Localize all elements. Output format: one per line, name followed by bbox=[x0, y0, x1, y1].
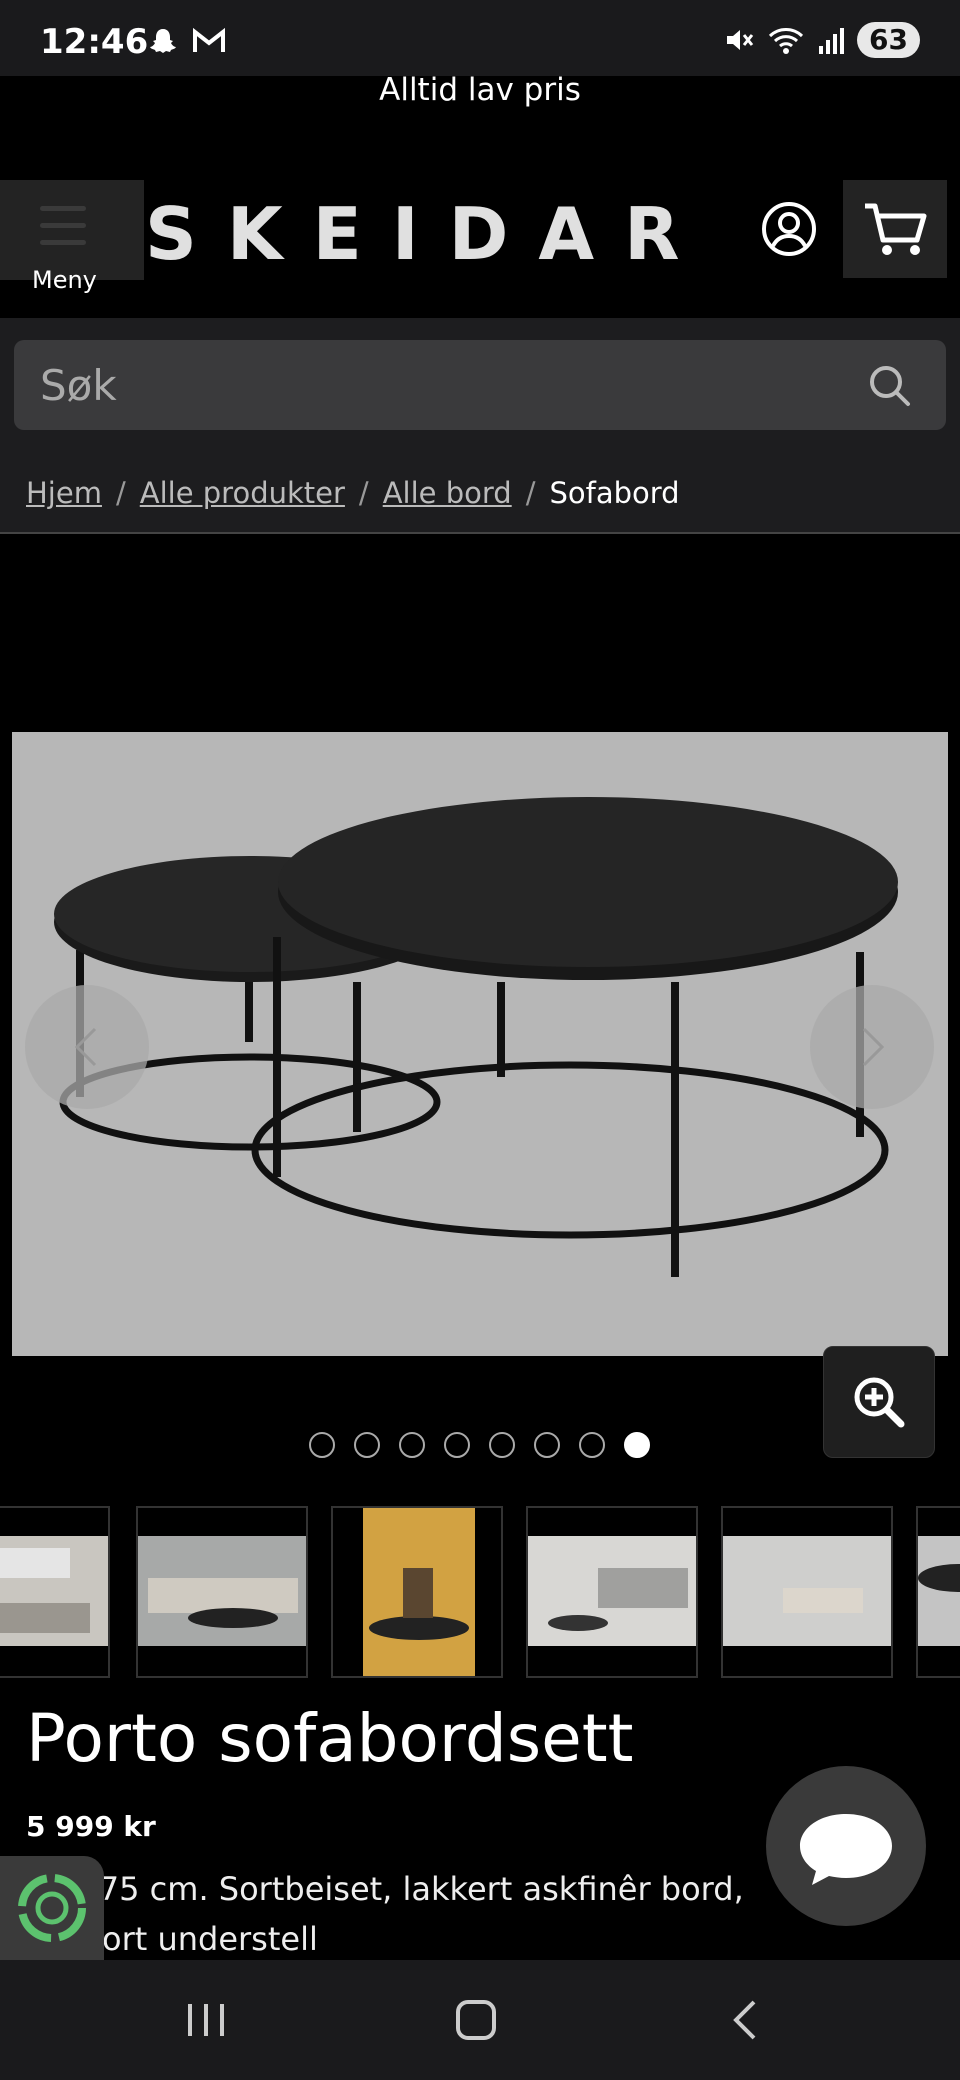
yellow-armchair-thumbnail-image bbox=[363, 1508, 475, 1676]
living-room-thumbnail-image bbox=[138, 1536, 306, 1646]
promo-banner: Alltid lav pris bbox=[379, 72, 581, 108]
home-button[interactable] bbox=[416, 1960, 536, 2080]
gallery-dot[interactable] bbox=[489, 1432, 515, 1458]
living-room-thumbnail-image bbox=[723, 1536, 891, 1646]
thumbnail[interactable] bbox=[526, 1506, 698, 1678]
status-system-icons: 63 bbox=[723, 22, 920, 58]
home-icon bbox=[456, 2000, 496, 2040]
breadcrumb-all-tables[interactable]: Alle bord bbox=[383, 476, 512, 510]
product-price: 5 999 kr bbox=[26, 1810, 156, 1843]
cart-icon bbox=[865, 203, 927, 255]
search-bar bbox=[0, 318, 960, 454]
status-bar: 12:46 63 bbox=[0, 0, 960, 76]
living-room-thumbnail-image bbox=[0, 1536, 108, 1646]
site-logo[interactable]: SKEIDAR bbox=[145, 192, 710, 276]
signal-icon bbox=[819, 28, 845, 54]
hamburger-icon bbox=[40, 206, 86, 257]
thumbnail[interactable] bbox=[136, 1506, 308, 1678]
menu-label: Meny bbox=[32, 266, 97, 294]
gallery-dot[interactable] bbox=[354, 1432, 380, 1458]
user-icon bbox=[762, 202, 816, 256]
thumbnail[interactable] bbox=[916, 1506, 960, 1678]
thumbnail[interactable] bbox=[331, 1506, 503, 1678]
account-button[interactable] bbox=[760, 200, 818, 258]
search-field[interactable] bbox=[14, 340, 946, 430]
chat-button[interactable] bbox=[766, 1766, 926, 1926]
gallery-dot[interactable] bbox=[309, 1432, 335, 1458]
system-navigation-bar bbox=[0, 1960, 960, 2080]
chat-bubble-icon bbox=[800, 1814, 892, 1885]
gallery-dot[interactable] bbox=[399, 1432, 425, 1458]
back-button[interactable] bbox=[686, 1960, 806, 2080]
breadcrumb: Hjem / Alle produkter / Alle bord / Sofa… bbox=[0, 454, 960, 534]
chevron-right-icon bbox=[862, 1027, 885, 1067]
cookie-settings-button[interactable] bbox=[0, 1856, 104, 1960]
snapchat-icon bbox=[150, 29, 176, 53]
zoom-button[interactable] bbox=[823, 1346, 935, 1458]
breadcrumb-current: Sofabord bbox=[549, 476, 680, 510]
breadcrumb-separator: / bbox=[525, 476, 536, 510]
mute-icon bbox=[727, 30, 754, 50]
zoom-in-icon bbox=[854, 1377, 905, 1428]
previous-image-button[interactable] bbox=[25, 985, 149, 1109]
coffee-table-set-illustration bbox=[54, 797, 898, 1277]
description-line: ort understell bbox=[102, 1920, 318, 1958]
thumbnail-strip bbox=[0, 1506, 960, 1678]
next-image-button[interactable] bbox=[810, 985, 934, 1109]
product-main-image[interactable] bbox=[12, 732, 948, 1356]
gallery-dot[interactable] bbox=[579, 1432, 605, 1458]
breadcrumb-separator: / bbox=[115, 476, 126, 510]
product-title: Porto sofabordsett bbox=[26, 1700, 634, 1777]
thumbnail[interactable] bbox=[721, 1506, 893, 1678]
back-icon bbox=[733, 2000, 756, 2040]
gallery-dot[interactable] bbox=[444, 1432, 470, 1458]
recent-apps-button[interactable] bbox=[146, 1960, 266, 2080]
gallery-pagination bbox=[309, 1432, 650, 1458]
breadcrumb-separator: / bbox=[358, 476, 369, 510]
search-input[interactable] bbox=[40, 340, 840, 430]
recent-apps-icon bbox=[188, 2004, 224, 2036]
description-line: /75 cm. Sortbeiset, lakkert askfinêr bor… bbox=[88, 1870, 744, 1908]
status-notification-icons bbox=[148, 26, 226, 56]
wifi-icon bbox=[768, 28, 804, 54]
search-icon[interactable] bbox=[868, 364, 912, 408]
breadcrumb-all-products[interactable]: Alle produkter bbox=[140, 476, 345, 510]
battery-indicator: 63 bbox=[857, 22, 920, 58]
cart-button[interactable] bbox=[843, 180, 947, 278]
living-room-thumbnail-image bbox=[528, 1536, 696, 1646]
menu-button[interactable]: Meny bbox=[0, 180, 144, 294]
coffee-table-thumbnail-image bbox=[918, 1536, 960, 1646]
site-header: Meny SKEIDAR bbox=[0, 176, 960, 294]
breadcrumb-home[interactable]: Hjem bbox=[26, 476, 102, 510]
chevron-left-icon bbox=[74, 1027, 97, 1067]
gmail-icon bbox=[193, 27, 225, 52]
gallery-dot-active[interactable] bbox=[624, 1432, 650, 1458]
gallery-dot[interactable] bbox=[534, 1432, 560, 1458]
cookie-settings-icon bbox=[18, 1874, 86, 1942]
status-time: 12:46 bbox=[40, 22, 149, 62]
product-description: /75 cm. Sortbeiset, lakkert askfinêr bor… bbox=[26, 1864, 806, 1964]
thumbnail[interactable] bbox=[0, 1506, 110, 1678]
